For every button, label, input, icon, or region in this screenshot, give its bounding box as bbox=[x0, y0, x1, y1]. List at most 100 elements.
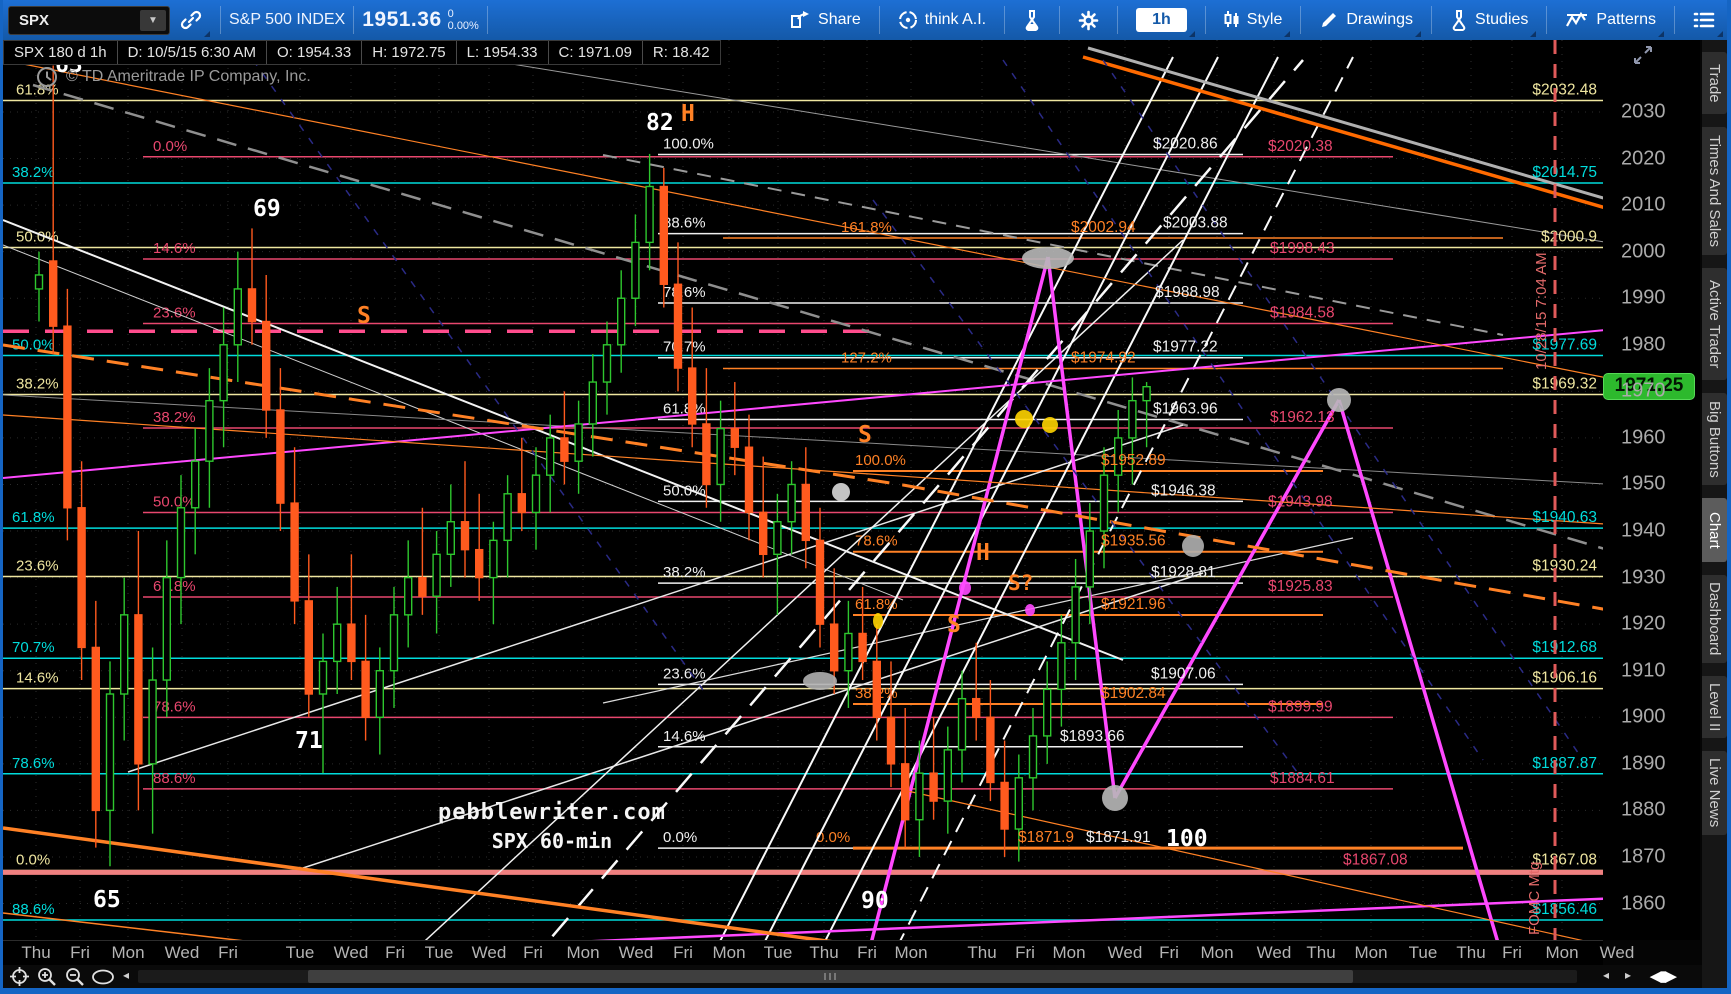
event-note-label: FOMC Mtg bbox=[1526, 862, 1543, 935]
ohlc-segment: O: 1954.33 bbox=[267, 41, 363, 64]
candle-body bbox=[91, 646, 101, 812]
candle-body bbox=[546, 437, 555, 476]
price-level-label: $1935.56 bbox=[1101, 533, 1166, 550]
chart-area[interactable]: 61.8% 50.0% 38.2% 23.6% 14.6% 0.0% 38.2% 50.0% 6… bbox=[2, 29, 1731, 994]
link-button[interactable] bbox=[170, 0, 212, 40]
studies-button[interactable]: Studies bbox=[1440, 0, 1538, 40]
price-axis-tick: 2010 bbox=[1621, 193, 1666, 216]
copyright-text: © TD Ameritrade IP Company, Inc. bbox=[66, 68, 311, 85]
fib-label: 88.6% bbox=[153, 770, 196, 787]
fib-label: 0.0% bbox=[16, 852, 50, 869]
wave-label: S? bbox=[1008, 571, 1033, 595]
candle-body bbox=[901, 763, 910, 821]
side-tab-live-news[interactable]: Live News bbox=[1702, 751, 1727, 835]
time-axis-label: Tue bbox=[1408, 943, 1438, 962]
timeframe-button[interactable]: 1h bbox=[1126, 0, 1197, 40]
wave-label: S bbox=[947, 612, 961, 638]
menu-button[interactable] bbox=[1683, 0, 1725, 40]
fib-label: 0.0% bbox=[153, 138, 187, 155]
symbol-dropdown-icon[interactable]: ▼ bbox=[140, 9, 166, 31]
hamburger-icon bbox=[1693, 12, 1715, 28]
zoom-in-icon[interactable] bbox=[35, 966, 59, 987]
price-level-label: $1974.92 bbox=[1071, 349, 1136, 366]
price-axis-tick: 2020 bbox=[1621, 147, 1666, 170]
price-chart[interactable]: 61.8% 50.0% 38.2% 23.6% 14.6% 0.0% 38.2% 50.0% 6… bbox=[2, 29, 1731, 994]
wave-label: 69 bbox=[253, 196, 281, 222]
time-axis-label: Wed bbox=[618, 943, 654, 962]
settings-button[interactable] bbox=[1068, 0, 1109, 40]
ohlc-segment: H: 1972.75 bbox=[362, 41, 457, 64]
candle-body bbox=[1099, 474, 1109, 532]
chart-expand-icon[interactable] bbox=[1632, 44, 1654, 66]
price-level-label: $1928.81 bbox=[1151, 564, 1216, 581]
company-name: S&P 500 INDEX bbox=[229, 11, 346, 28]
candle-body bbox=[560, 437, 569, 462]
side-tab-active-trader[interactable]: Active Trader bbox=[1702, 268, 1727, 380]
scrollbar-thumb[interactable] bbox=[308, 970, 1353, 983]
side-tab-big-buttons[interactable]: Big Buttons bbox=[1702, 393, 1727, 485]
wave-label: 71 bbox=[295, 728, 323, 754]
fib-label: 61.8% bbox=[153, 578, 196, 595]
price-level-label: $1925.83 bbox=[1268, 578, 1333, 595]
style-button[interactable]: Style bbox=[1214, 0, 1293, 40]
event-datetime-label: 10/28/15 7:04 AM bbox=[1533, 252, 1550, 370]
fib-label: 100.0% bbox=[663, 136, 714, 153]
price-level-label: $1952.89 bbox=[1101, 452, 1166, 469]
fib-label: 14.6% bbox=[16, 670, 59, 687]
candle-body bbox=[815, 539, 825, 625]
ellipse-tool-icon[interactable] bbox=[91, 966, 115, 987]
candle-body bbox=[801, 483, 810, 542]
candle-body bbox=[1128, 399, 1137, 439]
candle-body bbox=[318, 660, 328, 695]
chart-marker bbox=[1015, 410, 1033, 428]
price-axis-tick: 1970 bbox=[1621, 379, 1666, 402]
time-axis-label: Wed bbox=[1599, 943, 1635, 962]
window-edge-left bbox=[0, 0, 3, 994]
candle-body bbox=[49, 260, 58, 327]
candle-body bbox=[915, 772, 924, 821]
drawings-button[interactable]: Drawings bbox=[1309, 0, 1423, 40]
price-level-label: $1984.58 bbox=[1270, 304, 1335, 321]
pan-fastback-icon[interactable]: ◀▮▶ bbox=[1650, 967, 1677, 985]
time-axis-label: Mon bbox=[1052, 943, 1086, 962]
price-level-label: $1946.38 bbox=[1151, 482, 1216, 499]
candle-body bbox=[1071, 586, 1080, 644]
zoom-out-icon[interactable] bbox=[63, 966, 87, 987]
think-ai-icon bbox=[898, 11, 917, 29]
trend-line bbox=[872, 199, 1304, 781]
time-axis-label: Mon bbox=[1545, 943, 1579, 962]
candle-body bbox=[702, 423, 711, 486]
scroll-left-small-icon[interactable]: ◂ bbox=[123, 968, 129, 982]
candle-body bbox=[418, 576, 427, 597]
side-tab-dashboard[interactable]: Dashboard bbox=[1702, 575, 1727, 663]
candle-body bbox=[773, 521, 782, 556]
time-axis-label: Fri bbox=[673, 943, 693, 962]
candle-body bbox=[929, 772, 938, 802]
side-tab-level-ii[interactable]: Level II bbox=[1702, 676, 1727, 738]
scroll-right-icon[interactable]: ▸ bbox=[1625, 968, 1631, 982]
patterns-button[interactable]: Patterns bbox=[1555, 0, 1666, 40]
side-tab-trade[interactable]: Trade bbox=[1702, 52, 1727, 114]
price-level-label: $2003.88 bbox=[1163, 215, 1228, 232]
scroll-left-icon[interactable]: ◂ bbox=[1603, 968, 1609, 982]
think-ai-button[interactable]: think A.I. bbox=[888, 0, 996, 40]
price-axis-tick: 1870 bbox=[1621, 845, 1666, 868]
fib-label: 23.6% bbox=[663, 665, 706, 682]
share-button[interactable]: Share bbox=[780, 0, 871, 40]
candle-body bbox=[688, 367, 697, 425]
chart-scrollbar[interactable] bbox=[138, 970, 1577, 983]
right-price-label: $1912.68 bbox=[1532, 639, 1597, 656]
trend-line bbox=[2, 394, 1624, 486]
candle-body bbox=[432, 553, 441, 597]
price-axis-tick: 1890 bbox=[1621, 752, 1666, 775]
symbol-select[interactable]: SPX ▼ bbox=[8, 5, 170, 35]
side-tab-chart[interactable]: Chart bbox=[1702, 498, 1727, 562]
crosshair-tool-icon[interactable] bbox=[7, 966, 31, 987]
price-axis[interactable]: 1971.25 2030 2020 2010 2000 1990 1980 1970 1960… bbox=[1603, 40, 1700, 940]
price-axis-tick: 1880 bbox=[1621, 798, 1666, 821]
time-axis-label: Mon bbox=[566, 943, 600, 962]
side-tab-times-and-sales[interactable]: Times And Sales bbox=[1702, 127, 1727, 255]
analyze-button[interactable] bbox=[1013, 0, 1051, 40]
time-axis-label: Thu bbox=[967, 943, 997, 962]
time-axis[interactable]: Thu Fri Mon Wed Fri Tue Wed Fri Tue Wed Fri Mon Wed F… bbox=[3, 940, 1634, 966]
